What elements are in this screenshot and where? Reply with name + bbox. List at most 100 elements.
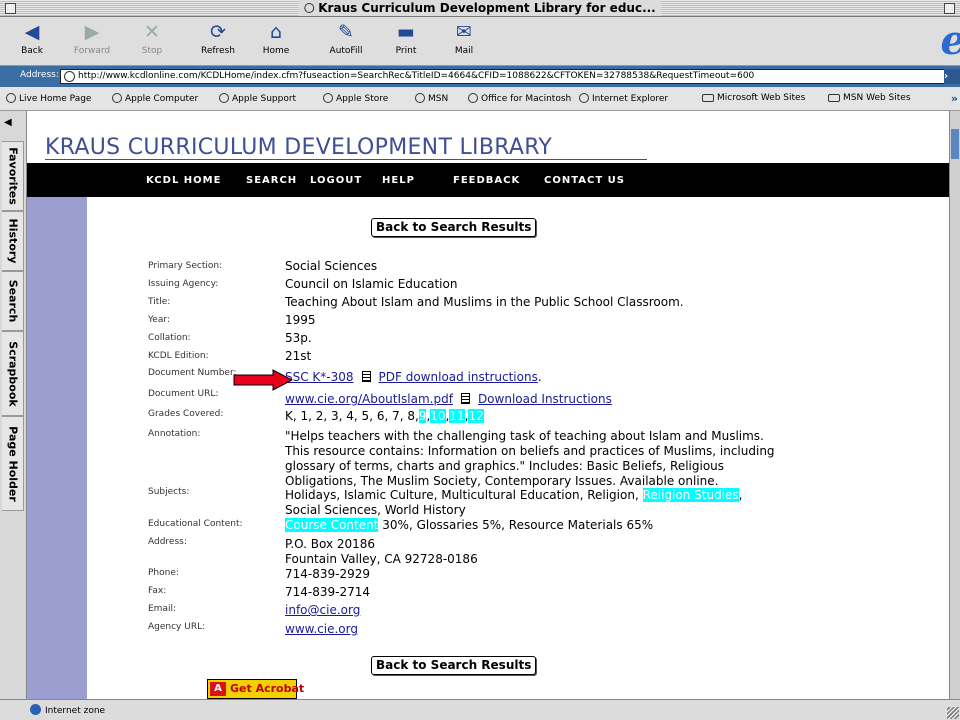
label-educational-content: Educational Content: xyxy=(148,519,243,529)
zoom-box[interactable] xyxy=(944,3,955,14)
value-fax: 714-839-2714 xyxy=(285,585,371,599)
favorite-live-home-page[interactable]: Live Home Page xyxy=(6,93,91,104)
window-title-text: Kraus Curriculum Development Library for… xyxy=(318,1,656,15)
stop-icon: ✕ xyxy=(144,21,160,43)
value-grades-covered: K, 1, 2, 3, 4, 5, 6, 7, 8,9,10,11,12 xyxy=(285,409,484,423)
nav-logout[interactable]: LOGOUT xyxy=(310,175,362,186)
window-title: Kraus Curriculum Development Library for… xyxy=(298,0,662,16)
address-url: http://www.kcdlonline.com/KCDLHome/index… xyxy=(78,71,755,81)
nav-feedback[interactable]: FEEDBACK xyxy=(453,175,520,186)
email-link[interactable]: info@cie.org xyxy=(285,603,360,618)
nav-search[interactable]: SEARCH xyxy=(246,175,297,186)
favorite-msn-web-sites[interactable]: MSN Web Sites xyxy=(828,93,911,103)
label-phone: Phone: xyxy=(148,568,179,578)
collapse-explorer-bar-icon[interactable]: ◀ xyxy=(4,117,12,128)
address-input[interactable]: http://www.kcdlonline.com/KCDLHome/index… xyxy=(60,69,948,84)
status-bar: Internet zone xyxy=(0,699,960,720)
globe-icon xyxy=(579,93,589,103)
label-kcdl-edition: KCDL Edition: xyxy=(148,351,209,361)
more-favorites-chevron-icon[interactable]: » xyxy=(951,92,958,105)
vertical-scrollbar[interactable] xyxy=(949,111,960,699)
forward-button[interactable]: ▶ Forward xyxy=(64,21,120,56)
tab-search[interactable]: Search xyxy=(2,271,24,331)
favorite-msn[interactable]: MSN xyxy=(415,93,448,104)
scrollbar-thumb[interactable] xyxy=(951,129,959,159)
favorite-office-for-macintosh[interactable]: Office for Macintosh xyxy=(468,93,571,104)
stop-button[interactable]: ✕ Stop xyxy=(124,21,180,56)
value-annotation: "Helps teachers with the challenging tas… xyxy=(285,429,775,488)
nav-contact-us[interactable]: CONTACT US xyxy=(544,175,625,186)
brand-underline xyxy=(45,159,647,160)
tab-favorites[interactable]: Favorites xyxy=(2,141,24,211)
favorite-apple-computer[interactable]: Apple Computer xyxy=(112,93,198,104)
explorer-bar-tabs: ◀ Favorites History Search Scrapbook Pag… xyxy=(0,111,27,699)
grade-highlight: 12 xyxy=(468,409,484,423)
favorite-apple-store[interactable]: Apple Store xyxy=(323,93,388,104)
value-address: P.O. Box 20186 Fountain Valley, CA 92728… xyxy=(285,537,478,566)
back-button[interactable]: ◀ Back xyxy=(4,21,60,56)
refresh-button[interactable]: ⟳ Refresh xyxy=(190,21,246,56)
favorite-apple-support[interactable]: Apple Support xyxy=(219,93,296,104)
globe-icon xyxy=(323,93,333,103)
favorite-microsoft-web-sites[interactable]: Microsoft Web Sites xyxy=(702,93,805,103)
left-decorative-strip xyxy=(27,197,87,699)
document-url-link[interactable]: www.cie.org/AboutIslam.pdf xyxy=(285,392,453,406)
window-title-bar[interactable]: Kraus Curriculum Development Library for… xyxy=(0,0,960,17)
print-button[interactable]: ▬ Print xyxy=(378,21,434,56)
tab-history[interactable]: History xyxy=(2,211,24,271)
resize-grip-icon[interactable] xyxy=(947,707,959,719)
value-document-url: www.cie.org/AboutIslam.pdf Download Instr… xyxy=(285,392,612,407)
home-button[interactable]: ⌂ Home xyxy=(248,21,304,56)
label-annotation: Annotation: xyxy=(148,429,201,439)
value-document-number: SSC K*-308 PDF download instructions. xyxy=(285,370,542,384)
value-educational-content: Course Content 30%, Glossaries 5%, Resou… xyxy=(285,518,654,532)
value-year: 1995 xyxy=(285,313,316,327)
globe-icon xyxy=(112,93,122,103)
subject-highlight: Religion Studies xyxy=(642,488,739,502)
document-icon xyxy=(361,371,371,382)
site-brand-title: KRAUS CURRICULUM DEVELOPMENT LIBRARY xyxy=(45,135,553,160)
folder-icon xyxy=(828,94,840,102)
go-button[interactable]: › go xyxy=(944,69,960,97)
favorite-internet-explorer[interactable]: Internet Explorer xyxy=(579,93,668,104)
pdf-download-instructions-link[interactable]: PDF download instructions xyxy=(379,370,538,384)
globe-icon xyxy=(64,71,75,82)
address-label: Address: xyxy=(20,70,59,80)
mail-button[interactable]: ✉ Mail xyxy=(436,21,492,56)
label-title: Title: xyxy=(148,297,171,307)
autofill-button[interactable]: ✎ AutoFill xyxy=(318,21,374,56)
back-to-search-results-button[interactable]: Back to Search Results xyxy=(371,218,537,237)
agency-url-link[interactable]: www.cie.org xyxy=(285,622,358,637)
get-acrobat-badge[interactable]: A Get Acrobat xyxy=(207,679,304,699)
nav-help[interactable]: HELP xyxy=(382,175,415,186)
favorites-bar: Live Home Page Apple Computer Apple Supp… xyxy=(0,87,960,111)
content-highlight: Course Content xyxy=(285,518,379,532)
document-icon xyxy=(460,393,470,404)
close-box[interactable] xyxy=(5,3,16,14)
label-agency-url: Agency URL: xyxy=(148,622,206,632)
label-primary-section: Primary Section: xyxy=(148,261,223,271)
value-subjects: Holidays, Islamic Culture, Multicultural… xyxy=(285,488,743,517)
internet-zone-globe-icon xyxy=(30,704,41,715)
label-document-url: Document URL: xyxy=(148,389,219,399)
globe-icon xyxy=(468,93,478,103)
value-collation: 53p. xyxy=(285,331,312,345)
red-pointer-arrow-icon xyxy=(233,369,293,391)
mail-icon: ✉ xyxy=(456,21,472,43)
value-kcdl-edition: 21st xyxy=(285,349,312,363)
label-grades-covered: Grades Covered: xyxy=(148,409,224,419)
adobe-logo-icon: A xyxy=(210,682,226,696)
label-document-number: Document Number: xyxy=(148,368,237,378)
document-number-link[interactable]: SSC K*-308 xyxy=(285,370,354,384)
download-instructions-link[interactable]: Download Instructions xyxy=(478,392,612,406)
globe-icon xyxy=(219,93,229,103)
grade-highlight: 11 xyxy=(449,409,465,423)
tab-page-holder[interactable]: Page Holder xyxy=(2,416,24,511)
tab-scrapbook[interactable]: Scrapbook xyxy=(2,331,24,416)
nav-kcdl-home[interactable]: KCDL HOME xyxy=(146,175,221,186)
value-phone: 714-839-2929 xyxy=(285,567,371,581)
value-issuing-agency: Council on Islamic Education xyxy=(285,277,458,291)
forward-arrow-icon: ▶ xyxy=(84,21,100,43)
printer-icon: ▬ xyxy=(397,21,415,43)
back-to-search-results-button-bottom[interactable]: Back to Search Results xyxy=(371,656,537,675)
